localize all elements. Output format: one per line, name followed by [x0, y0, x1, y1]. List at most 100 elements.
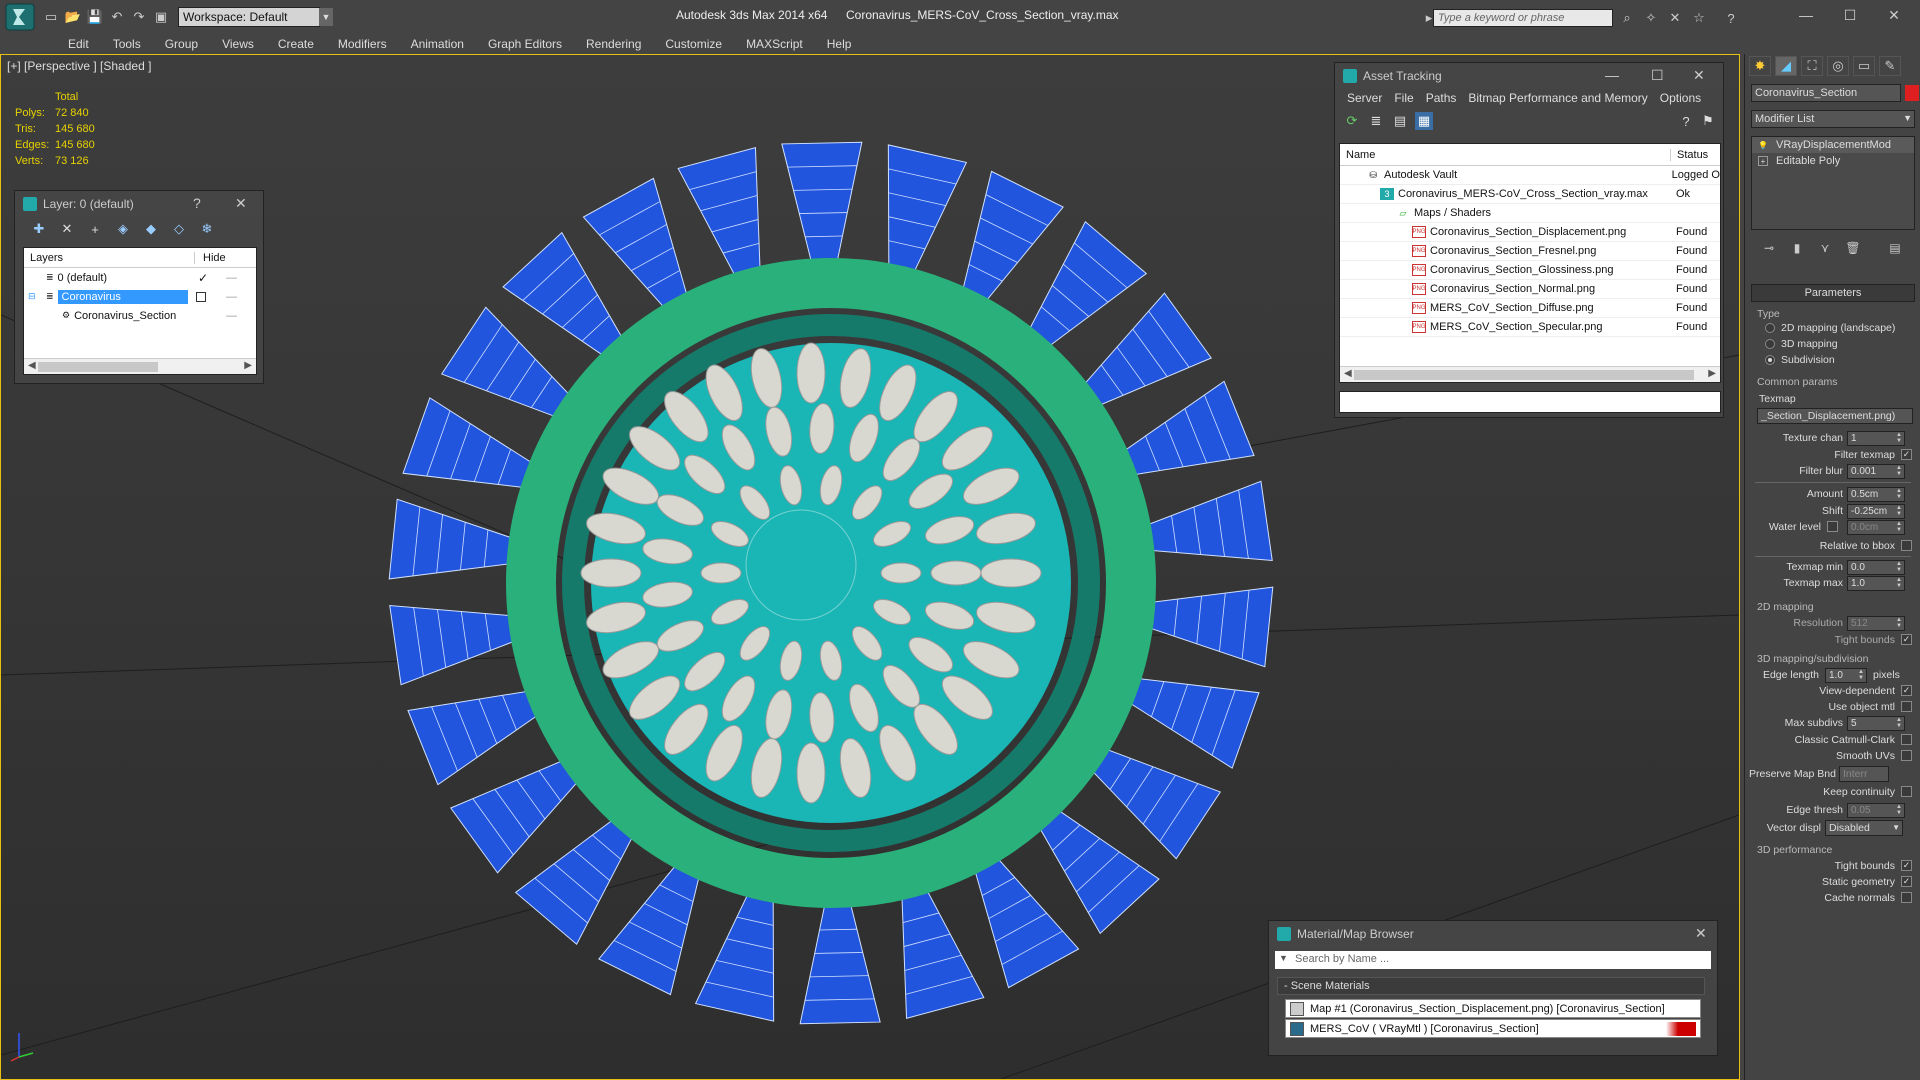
spinner-arrows-icon[interactable]: ▲ ▼ — [1894, 617, 1904, 630]
hierarchy-tab-icon[interactable]: ⛶ — [1801, 56, 1823, 76]
display-tab-icon[interactable]: ▭ — [1853, 56, 1875, 76]
spinner-arrows-icon[interactable]: ▲ ▼ — [1894, 488, 1904, 501]
menu-options[interactable]: Options — [1654, 91, 1707, 105]
column-name[interactable]: Name — [1340, 149, 1670, 161]
new-layer-icon[interactable]: ✚ — [31, 221, 47, 237]
menu-group[interactable]: Group — [153, 37, 210, 51]
scroll-thumb[interactable] — [1354, 370, 1694, 380]
redo-icon[interactable]: ↷ — [130, 8, 148, 26]
favorites-star-icon[interactable]: ☆ — [1690, 9, 1708, 27]
asset-row[interactable]: 3 Coronavirus_MERS-CoV_Cross_Section_vray… — [1340, 185, 1720, 204]
max-subdivs-spinner[interactable]: 5 ▲ ▼ — [1847, 716, 1905, 731]
scene-materials-group[interactable]: - Scene Materials — [1277, 977, 1705, 995]
spinner-arrows-icon[interactable]: ▲ ▼ — [1856, 669, 1866, 682]
menu-animation[interactable]: Animation — [399, 37, 476, 51]
expand-icon[interactable]: ⊟ — [24, 291, 36, 302]
static-geometry-checkbox[interactable]: ✓ — [1901, 876, 1912, 887]
spinner-arrows-icon[interactable]: ▲ ▼ — [1894, 717, 1904, 730]
catmull-clark-checkbox[interactable] — [1901, 734, 1912, 745]
layer-tree[interactable]: Layers Hide ≣ 0 (default) ✓ — ⊟ ≣ Corona… — [23, 247, 257, 375]
scroll-right-icon[interactable]: ▶ — [244, 360, 252, 371]
spinner-arrows-icon[interactable]: ▲ ▼ — [1894, 521, 1904, 534]
delete-layer-icon[interactable]: ✕ — [59, 221, 75, 237]
cache-normals-checkbox[interactable] — [1901, 892, 1912, 903]
chevron-down-icon[interactable]: ▼ — [1892, 823, 1900, 832]
maximize-icon[interactable]: ☐ — [1651, 67, 1664, 84]
texture-chan-spinner[interactable]: 1 ▲ ▼ — [1847, 431, 1905, 446]
spinner-arrows-icon[interactable]: ▲ ▼ — [1894, 432, 1904, 445]
modifier-stack[interactable]: 💡 VRayDisplacementMod + Editable Poly — [1751, 136, 1915, 230]
refresh-icon[interactable]: ⟳ — [1343, 112, 1361, 130]
spinner-arrows-icon[interactable]: ▲ ▼ — [1894, 505, 1904, 518]
modifier-list-dropdown[interactable]: Modifier List ▼ — [1751, 110, 1915, 128]
asset-row[interactable]: PNG MERS_CoV_Section_Diffuse.png Found — [1340, 299, 1720, 318]
column-layers[interactable]: Layers — [24, 252, 194, 264]
open-file-icon[interactable]: 📂 — [64, 8, 82, 26]
asset-row[interactable]: PNG MERS_CoV_Section_Specular.png Found — [1340, 318, 1720, 337]
help-button[interactable]: ? — [193, 195, 201, 211]
spinner-arrows-icon[interactable]: ▲ ▼ — [1894, 561, 1904, 574]
menu-maxscript[interactable]: MAXScript — [734, 37, 815, 51]
column-hide[interactable]: Hide — [194, 251, 226, 264]
current-layer-checkbox[interactable] — [196, 291, 206, 302]
horizontal-scrollbar[interactable]: ◀ ▶ — [24, 358, 256, 374]
smooth-uvs-checkbox[interactable] — [1901, 750, 1912, 761]
menu-file[interactable]: File — [1388, 91, 1419, 105]
spinner-arrows-icon[interactable]: ▲ ▼ — [1894, 465, 1904, 478]
menu-create[interactable]: Create — [266, 37, 326, 51]
menu-customize[interactable]: Customize — [653, 37, 734, 51]
communication-icon[interactable]: ✕ — [1666, 9, 1684, 27]
menu-views[interactable]: Views — [210, 37, 266, 51]
freeze-all-layers-icon[interactable]: ❄ — [199, 221, 215, 237]
object-name-field[interactable]: Coronavirus_Section — [1751, 84, 1901, 102]
workspace-dropdown[interactable]: Workspace: Default ▼ — [178, 7, 333, 27]
layer-window-titlebar[interactable]: Layer: 0 (default) ? ✕ — [15, 191, 263, 217]
edge-thresh-spinner[interactable]: 0.05 ▲ ▼ — [1847, 803, 1905, 818]
view-dependent-checkbox[interactable]: ✓ — [1901, 685, 1912, 696]
texmap-max-spinner[interactable]: 1.0 ▲ ▼ — [1847, 576, 1905, 591]
relative-bbox-checkbox[interactable] — [1901, 540, 1912, 551]
save-icon[interactable]: 💾 — [86, 8, 104, 26]
amount-spinner[interactable]: 0.5cm ▲ ▼ — [1847, 487, 1905, 502]
material-item[interactable]: Map #1 (Coronavirus_Section_Displacement… — [1285, 999, 1701, 1018]
chevron-down-icon[interactable]: ▼ — [319, 8, 333, 26]
keep-continuity-checkbox[interactable] — [1901, 786, 1912, 797]
scroll-left-icon[interactable]: ◀ — [1344, 368, 1352, 379]
asset-row[interactable]: ⛁ Autodesk Vault Logged O — [1340, 166, 1720, 185]
layer-row-selected[interactable]: ⊟ ≣ Coronavirus — — [24, 287, 256, 306]
horizontal-scrollbar[interactable]: ◀ ▶ — [1340, 366, 1720, 382]
vector-displ-dropdown[interactable]: Disabled ▼ — [1825, 820, 1903, 836]
utilities-tab-icon[interactable]: ✎ — [1879, 56, 1901, 76]
layer-row[interactable]: ≣ 0 (default) ✓ — — [24, 268, 256, 287]
material-map-browser-window[interactable]: Material/Map Browser ✕ ▼ Search by Name … — [1268, 920, 1718, 1056]
spinner-arrows-icon[interactable]: ▲ ▼ — [1894, 804, 1904, 817]
scroll-right-icon[interactable]: ▶ — [1708, 368, 1716, 379]
table-view-icon[interactable]: ▦ — [1415, 112, 1433, 130]
water-level-checkbox[interactable] — [1827, 521, 1838, 532]
undo-icon[interactable]: ↶ — [108, 8, 126, 26]
stack-item-editable-poly[interactable]: + Editable Poly — [1752, 153, 1914, 169]
menu-graph-editors[interactable]: Graph Editors — [476, 37, 574, 51]
list-view-icon[interactable]: ≣ — [1367, 112, 1385, 130]
search-input[interactable]: Type a keyword or phrase — [1433, 9, 1613, 27]
layer-manager-window[interactable]: Layer: 0 (default) ? ✕ ✚ ✕ + ◈ ◆ ◇ ❄ Lay… — [14, 190, 264, 384]
asset-row[interactable]: ▱ Maps / Shaders — [1340, 204, 1720, 223]
spinner-arrows-icon[interactable]: ▲ ▼ — [1894, 577, 1904, 590]
water-level-spinner[interactable]: 0.0cm ▲ ▼ — [1847, 520, 1905, 535]
minimize-icon[interactable]: — — [1605, 67, 1619, 83]
hide-toggle[interactable]: — — [226, 291, 237, 303]
material-item[interactable]: MERS_CoV ( VRayMtl ) [Coronavirus_Sectio… — [1285, 1019, 1701, 1038]
tight-bounds-checkbox[interactable]: ✓ — [1901, 634, 1912, 645]
show-end-result-icon[interactable]: ▮ — [1789, 240, 1805, 256]
motion-tab-icon[interactable]: ◎ — [1827, 56, 1849, 76]
column-status[interactable]: Status — [1670, 148, 1708, 161]
asset-tracking-window[interactable]: Asset Tracking — ☐ ✕ Server File Paths B… — [1334, 62, 1724, 418]
parameters-rollout-header[interactable]: Parameters — [1751, 284, 1915, 302]
texmap-button[interactable]: _Section_Displacement.png) — [1757, 408, 1913, 424]
new-file-icon[interactable]: ▭ — [42, 8, 60, 26]
remove-modifier-icon[interactable]: 🗑 — [1845, 240, 1861, 256]
use-object-mtl-checkbox[interactable] — [1901, 701, 1912, 712]
menu-help[interactable]: Help — [815, 37, 864, 51]
maximize-button[interactable]: ☐ — [1830, 4, 1870, 26]
radio-3d-mapping[interactable] — [1765, 339, 1775, 349]
